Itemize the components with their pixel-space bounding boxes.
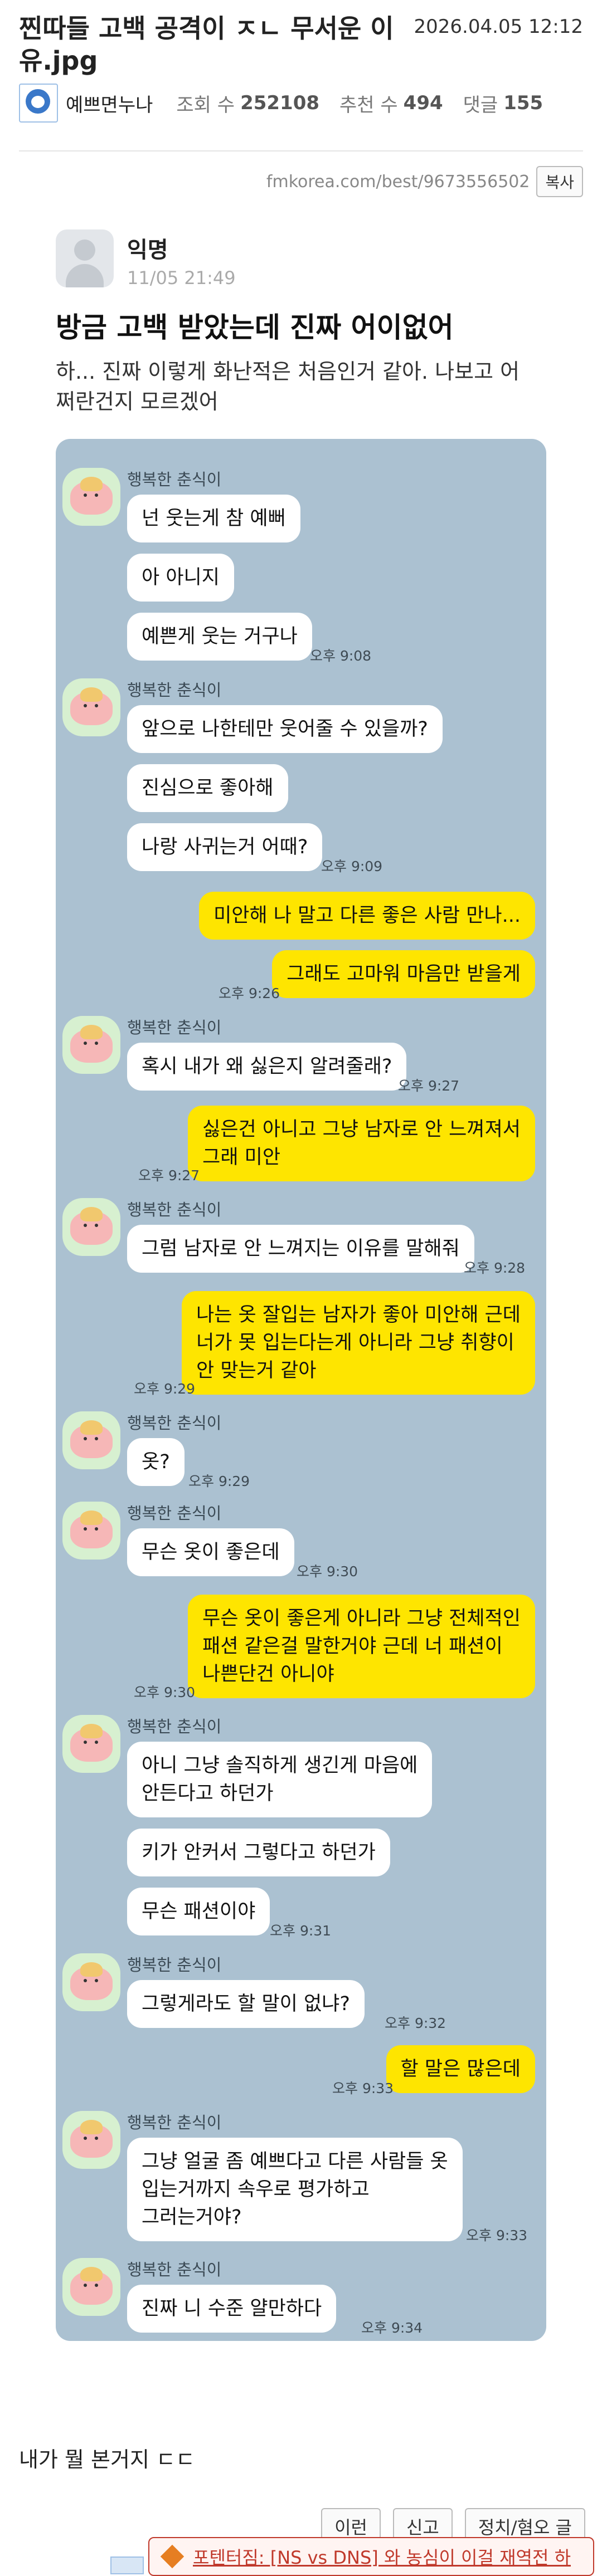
chat-bubble-received: 앞으로 나한테만 웃어줄 수 있을까? [127,705,443,753]
chat-sender-name: 행복한 춘식이 [127,1414,222,1433]
chat-timestamp: 오후 9:29 [134,1381,196,1397]
comments-label: 댓글 [463,94,498,116]
chat-sender-name: 행복한 춘식이 [127,2113,222,2132]
chat-timestamp: 오후 9:30 [134,1684,196,1700]
trending-notice-banner[interactable]: 포텐터짐: [NS vs DNS] 와 농심이 이걸 재역전 하 [148,2537,594,2576]
comments-count: 155 [503,92,543,114]
chat-bubble-received: 키가 안커서 그렇다고 하던가 [127,1829,390,1876]
trending-notice-text[interactable]: 포텐터짐: [NS vs DNS] 와 농심이 이걸 재역전 하 [193,2544,571,2569]
chat-timestamp: 오후 9:29 [188,1473,250,1489]
chat-bubble-received: 진짜 니 수준 얄만하다 [127,2285,337,2333]
post-title: 찐따들 고백 공격이 ㅈㄴ 무서운 이유.jpg [19,13,394,76]
source-url[interactable]: fmkorea.com/best/9673556502 [266,172,530,192]
chat-bubble-sent: 무슨 옷이 좋은게 아니라 그냥 전체적인 패션 같은걸 말한거야 근데 너 패… [188,1595,535,1698]
chat-sender-name: 행복한 춘식이 [127,470,222,489]
chat-bubble-received: 아니 그냥 솔직하게 생긴게 마음에 안든다고 하던가 [127,1742,433,1817]
embedded-username: 익명 [127,237,168,263]
floating-thumbnail[interactable] [110,2557,144,2574]
chat-timestamp: 오후 9:33 [332,2080,394,2096]
chat-timestamp: 오후 9:08 [310,648,372,664]
post-date: 2026.04.05 12:12 [414,16,583,38]
chunsik-avatar-icon [62,2111,120,2169]
chat-bubble-received: 나랑 사귀는거 어때? [127,823,323,871]
fire-icon [160,2544,185,2569]
post-header: 찐따들 고백 공격이 ㅈㄴ 무서운 이유.jpg 2026.04.05 12:1… [19,12,583,77]
embedded-post-title: 방금 고백 받았는데 진짜 어이없어 [56,311,454,344]
chat-timestamp: 오후 9:27 [398,1078,460,1094]
chunsik-avatar-icon [62,1715,120,1773]
chat-sender-name: 행복한 춘식이 [127,1018,222,1037]
chat-screenshot: 행복한 춘식이 넌 웃는게 참 예뻐 아 아니지 예쁜게 웃는 거구나 오후 9… [56,439,546,2341]
chat-bubble-received: 무슨 옷이 좋은데 [127,1528,294,1576]
chat-sender-name: 행복한 춘식이 [127,1956,222,1974]
chat-timestamp: 오후 9:28 [464,1260,526,1276]
chat-sender-name: 행복한 춘식이 [127,2260,222,2279]
chat-bubble-received: 진심으로 좋아해 [127,764,288,812]
embedded-post-body: 하... 진짜 이렇게 화난적은 처음인거 같아. 나보고 어쩌란건지 모르겠어 [56,359,520,414]
likes-label: 추천 수 [339,94,398,116]
chunsik-avatar-icon [62,468,120,526]
chat-bubble-sent: 그래도 고마워 마음만 받을게 [272,950,535,998]
source-row: fmkorea.com/best/9673556502 복사 [266,166,583,197]
chat-timestamp: 오후 9:31 [270,1923,332,1939]
chat-bubble-received: 그렇게라도 할 말이 없냐? [127,1980,365,2028]
chunsik-avatar-icon [62,1411,120,1469]
chat-bubble-received: 옷? [127,1438,185,1486]
chat-bubble-sent: 나는 옷 잘입는 남자가 좋아 미안해 근데 너가 못 입는다는게 아니라 그냥… [182,1291,535,1395]
embedded-time: 11/05 21:49 [127,267,236,289]
chunsik-avatar-icon [62,2258,120,2316]
post-meta: 예쁘면누나 조회 수 252108 추천 수 494 댓글 155 [19,84,583,123]
chat-timestamp: 오후 9:26 [219,985,280,1001]
chat-bubble-sent: 할 말은 많은데 [386,2045,535,2093]
embedded-post-user: 익명 11/05 21:49 [56,229,236,289]
chat-bubble-received: 아 아니지 [127,554,234,602]
chat-timestamp: 오후 9:27 [138,1167,200,1184]
anonymous-avatar-icon [56,229,114,287]
copy-button[interactable]: 복사 [536,166,583,197]
chat-timestamp: 오후 9:34 [361,2320,423,2336]
chat-timestamp: 오후 9:33 [466,2227,528,2243]
author-name[interactable]: 예쁘면누나 [66,90,153,117]
chat-timestamp: 오후 9:32 [385,2015,446,2031]
chunsik-avatar-icon [62,1953,120,2011]
chat-bubble-received: 무슨 패션이야 [127,1888,270,1935]
chat-sender-name: 행복한 춘식이 [127,1200,222,1219]
chat-sender-name: 행복한 춘식이 [127,1504,222,1523]
chat-timestamp: 오후 9:30 [297,1563,358,1580]
chat-timestamp: 오후 9:09 [321,858,383,874]
chunsik-avatar-icon [62,678,120,736]
chat-bubble-sent: 미안해 나 말고 다른 좋은 사람 만나... [199,892,535,940]
post-footer-text: 내가 뭘 본거지 ㄷㄷ [19,2447,195,2472]
chat-bubble-sent: 싫은건 아니고 그냥 남자로 안 느껴져서 그래 미안 [188,1106,535,1181]
chat-bubble-received: 혹시 내가 왜 싫은지 알려줄래? [127,1043,407,1091]
chat-bubble-received: 그럼 남자로 안 느껴지는 이유를 말해줘 [127,1225,474,1273]
chunsik-avatar-icon [62,1502,120,1560]
chat-bubble-received: 넌 웃는게 참 예뻐 [127,495,300,542]
views-label: 조회 수 [176,94,235,116]
views-count: 252108 [240,92,320,114]
chunsik-avatar-icon [62,1016,120,1074]
chat-sender-name: 행복한 춘식이 [127,1717,222,1736]
header-divider [19,150,583,151]
author-avatar[interactable] [19,84,58,123]
chat-sender-name: 행복한 춘식이 [127,681,222,700]
likes-count: 494 [403,92,443,114]
chunsik-avatar-icon [62,1198,120,1256]
chat-bubble-received: 그냥 얼굴 좀 예쁘다고 다른 사람들 옷 입는거까지 속우로 평가하고 그러는… [127,2138,463,2241]
chat-bubble-received: 예쁜게 웃는 거구나 [127,613,312,661]
bear-icon [26,89,50,114]
